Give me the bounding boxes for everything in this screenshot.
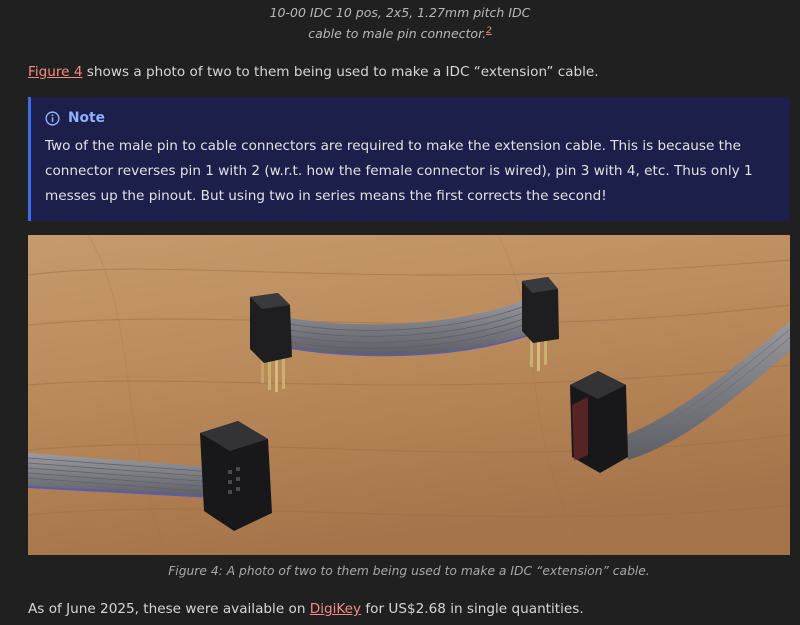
digikey-link[interactable]: DigiKey [310,601,361,617]
paragraph-availability: As of June 2025, these were available on… [28,599,584,619]
paragraph-figure-reference: Figure 4 shows a photo of two to them be… [28,62,599,82]
paragraph-1-text: shows a photo of two to them being used … [82,64,599,80]
caption-line-2-text: cable to male pin connector. [308,26,487,41]
figure-4-photo [28,235,790,555]
note-callout: Note Two of the male pin to cable connec… [28,97,790,221]
paragraph-2-prefix: As of June 2025, these were available on [28,601,310,617]
figure-3-caption: 10-00 IDC 10 pos, 2x5, 1.27mm pitch IDC … [0,2,800,44]
figure-4-caption: Figure 4: A photo of two to them being u… [168,564,650,578]
info-circle-icon [45,110,60,126]
note-title: Note [68,110,105,126]
caption-line-1: 10-00 IDC 10 pos, 2x5, 1.27mm pitch IDC [269,5,531,20]
caption-line-2: cable to male pin connector.2 [0,23,800,44]
figure-4-link[interactable]: Figure 4 [28,64,82,80]
note-header: Note [45,106,776,130]
footnote-link[interactable]: 2 [486,26,492,36]
note-body: Two of the male pin to cable connectors … [45,138,753,204]
paragraph-2-suffix: for US$2.68 in single quantities. [361,601,584,617]
